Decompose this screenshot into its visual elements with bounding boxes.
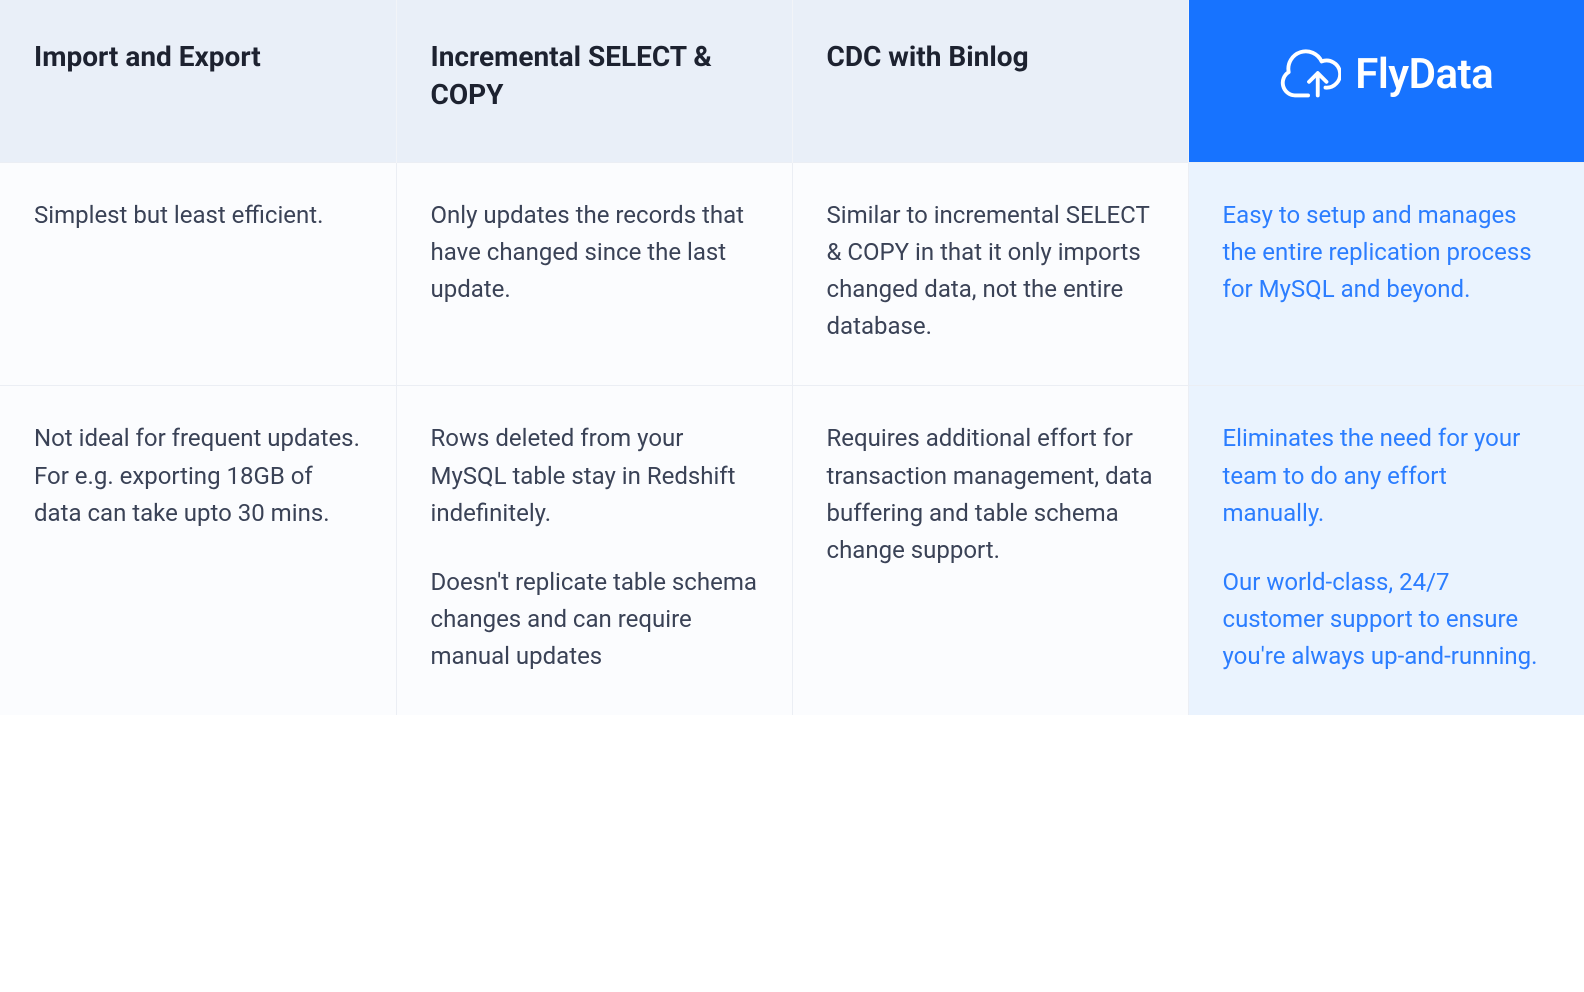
header-import-export: Import and Export [0, 0, 396, 162]
table-row: Not ideal for frequent updates. For e.g.… [0, 386, 1584, 716]
flydata-logo: FlyData [1189, 7, 1584, 155]
table-row: Simplest but least efficient. Only updat… [0, 162, 1584, 386]
cell-import-export-r2: Not ideal for frequent updates. For e.g.… [0, 386, 396, 716]
cell-text: Eliminates the need for your team to do … [1223, 420, 1551, 532]
cloud-upload-icon [1279, 45, 1341, 107]
header-cdc-binlog: CDC with Binlog [792, 0, 1188, 162]
cell-text: Rows deleted from your MySQL table stay … [431, 420, 758, 532]
cell-text: Doesn't replicate table schema changes a… [431, 564, 758, 676]
cell-flydata-r1: Easy to setup and manages the entire rep… [1188, 162, 1584, 386]
cell-flydata-r2: Eliminates the need for your team to do … [1188, 386, 1584, 716]
comparison-table: Import and Export Incremental SELECT & C… [0, 0, 1584, 715]
table-header-row: Import and Export Incremental SELECT & C… [0, 0, 1584, 162]
cell-cdc-r2: Requires additional effort for transacti… [792, 386, 1188, 716]
header-incremental-select-copy: Incremental SELECT & COPY [396, 0, 792, 162]
header-flydata-brand: FlyData [1188, 0, 1584, 162]
cell-incremental-r2: Rows deleted from your MySQL table stay … [396, 386, 792, 716]
flydata-brand-text: FlyData [1355, 47, 1493, 104]
cell-incremental-r1: Only updates the records that have chang… [396, 162, 792, 386]
cell-import-export-r1: Simplest but least efficient. [0, 162, 396, 386]
cell-cdc-r1: Similar to incremental SELECT & COPY in … [792, 162, 1188, 386]
cell-text: Our world-class, 24/7 customer support t… [1223, 564, 1551, 676]
